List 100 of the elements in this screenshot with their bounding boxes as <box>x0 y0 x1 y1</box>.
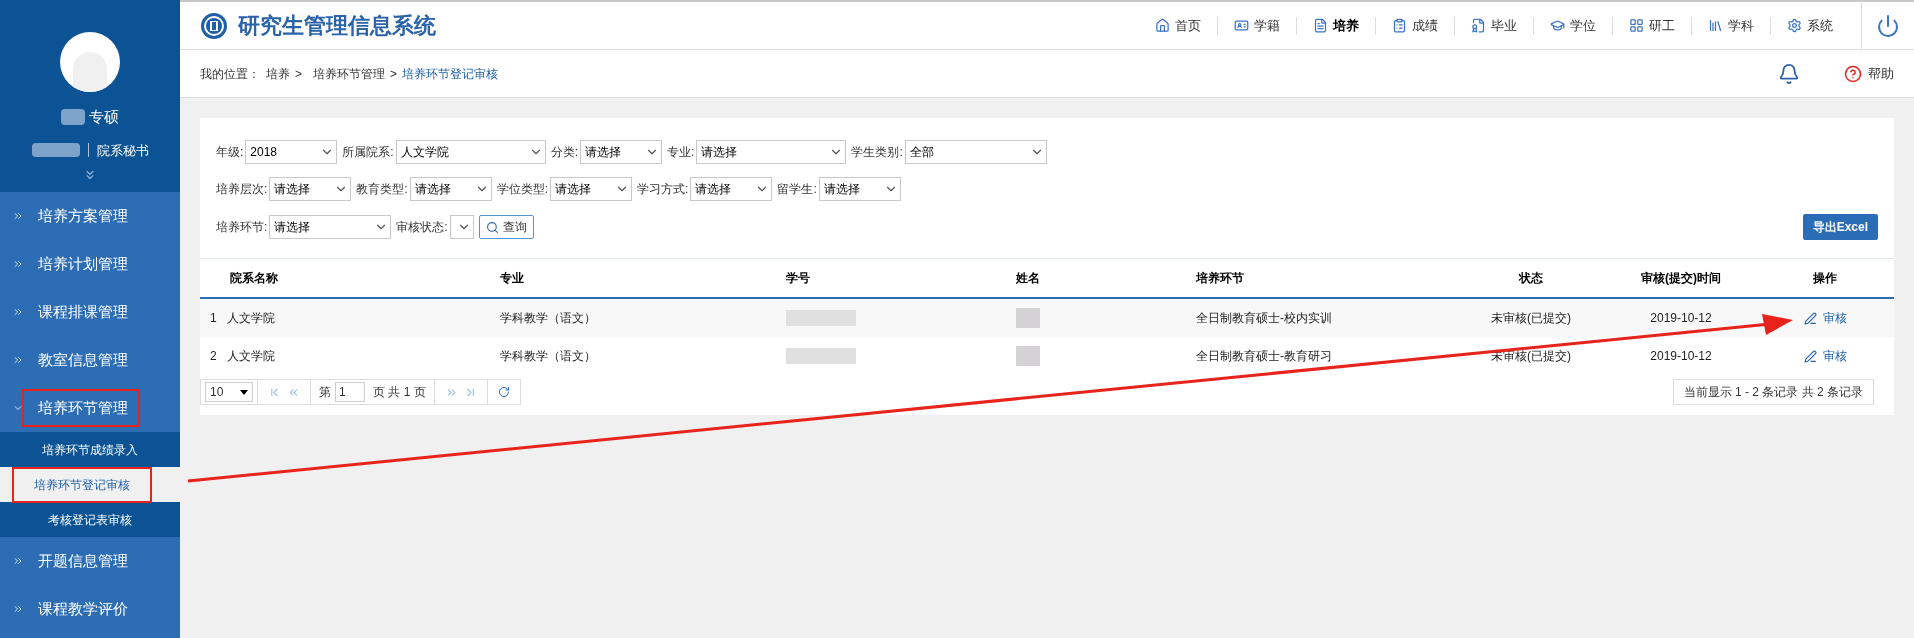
table-cell-text: 全日制教育硕士-校内实训 <box>1196 310 1333 327</box>
document-icon <box>1392 18 1407 33</box>
nav-tab[interactable]: 成绩 <box>1376 15 1454 36</box>
nav-tab[interactable]: 首页 <box>1139 15 1217 36</box>
bell-icon[interactable] <box>1778 62 1800 85</box>
graduation-cap-icon <box>1550 18 1565 33</box>
power-button[interactable] <box>1876 13 1900 38</box>
user-role: 院系秘书 <box>96 141 149 160</box>
menu-item[interactable]: 课程排课管理 <box>0 288 180 336</box>
breadcrumb-link[interactable]: 培养环节管理 <box>313 64 385 83</box>
breadcrumb-current: 培养环节登记审核 <box>402 65 499 83</box>
table-cell-text: 学科教学（语文） <box>500 348 597 365</box>
id-card-icon <box>1234 18 1249 33</box>
filter-label: 学生类别: <box>851 144 903 161</box>
menu-item[interactable]: 教室信息管理 <box>0 336 180 384</box>
select-field[interactable]: 请选择 <box>696 140 847 164</box>
page-size-select[interactable]: 10 <box>205 382 253 402</box>
double-chevron-icon <box>12 258 24 270</box>
query-button[interactable]: 查询 <box>478 215 534 239</box>
column-header: 操作 <box>1812 270 1838 287</box>
pen-icon <box>1803 311 1817 325</box>
table-cell-text: 人文学院 <box>226 348 275 365</box>
grid-icon <box>1629 18 1644 33</box>
filter-label: 年级: <box>216 144 244 161</box>
filter-label: 专业: <box>667 144 695 161</box>
app-title: 研究生管理信息系统 <box>238 11 436 40</box>
nav-tab[interactable]: 培养 <box>1297 15 1375 36</box>
help-link[interactable]: 帮助 <box>1868 63 1894 84</box>
menu-item[interactable]: 培养环节管理 <box>0 384 180 432</box>
filter-label: 培养层次: <box>216 181 268 198</box>
review-link[interactable]: 审核 <box>1803 347 1847 365</box>
column-header: 专业 <box>500 270 525 287</box>
filter-label: 培养环节: <box>216 219 268 236</box>
submenu-item[interactable]: 培养环节登记审核 <box>0 467 180 502</box>
nav-tab[interactable]: 学位 <box>1534 15 1612 36</box>
page-count: 页 共 1 页 <box>373 384 426 401</box>
select-field[interactable]: 请选择 <box>580 140 663 164</box>
avatar <box>60 32 120 92</box>
expand-icon[interactable] <box>83 168 97 182</box>
menu-item[interactable]: 培养计划管理 <box>0 240 180 288</box>
nav-tab[interactable]: 学籍 <box>1218 15 1296 36</box>
filter-label: 分类: <box>550 144 579 161</box>
blurred-block <box>786 310 856 326</box>
page-input[interactable]: 1 <box>335 382 365 402</box>
review-link[interactable]: 审核 <box>1803 309 1847 327</box>
column-header: 姓名 <box>1016 270 1041 287</box>
menu-item[interactable]: 开题信息管理 <box>0 537 180 585</box>
filter-label: 所属院系: <box>342 144 394 161</box>
breadcrumb-label: 我的位置： <box>200 65 260 83</box>
export-button[interactable]: 导出Excel <box>1802 214 1878 240</box>
double-chevron-icon <box>12 306 24 318</box>
table-cell-text: 学科教学（语文） <box>500 310 597 327</box>
blurred-block <box>1016 346 1040 366</box>
nav-tab[interactable]: 研工 <box>1613 15 1691 36</box>
help-icon[interactable] <box>1844 64 1862 83</box>
filter-label: 学习方式: <box>637 181 689 198</box>
double-chevron-icon <box>12 555 24 567</box>
nav-tab[interactable]: 系统 <box>1771 15 1849 36</box>
double-chevron-icon <box>12 354 24 366</box>
search-icon <box>485 220 499 234</box>
table-cell-text: 2019-10-12 <box>1649 310 1713 327</box>
nav-tab[interactable]: 学科 <box>1692 15 1770 36</box>
select-field[interactable]: 请选择 <box>818 177 901 201</box>
select-field[interactable]: 请选择 <box>269 215 392 239</box>
column-header: 院系名称 <box>229 270 279 287</box>
menu-item[interactable]: 课程教学评价 <box>0 585 180 633</box>
column-header: 培养环节 <box>1196 270 1245 287</box>
submenu-item[interactable]: 考核登记表审核 <box>0 502 180 537</box>
double-chevron-icon <box>12 210 24 222</box>
blurred-block <box>1016 308 1040 328</box>
refresh-icon[interactable] <box>497 386 510 398</box>
column-header: 学号 <box>786 270 811 287</box>
select-field[interactable]: 请选择 <box>409 177 492 201</box>
select-field[interactable]: 请选择 <box>690 177 773 201</box>
books-icon <box>1708 18 1723 33</box>
filter-label: 学位类型: <box>496 181 549 198</box>
select-field[interactable]: 全部 <box>904 140 1047 164</box>
settings-icon <box>1787 18 1802 33</box>
menu-item[interactable]: 培养方案管理 <box>0 192 180 240</box>
breadcrumb-link[interactable]: 培养 <box>266 64 290 83</box>
blurred-block <box>61 109 85 126</box>
document-icon <box>1471 18 1486 33</box>
select-field[interactable]: 2018 <box>245 140 338 164</box>
document-icon <box>1313 18 1328 33</box>
blurred-block <box>31 143 80 158</box>
select-field[interactable]: 请选择 <box>269 177 352 201</box>
submenu-item[interactable]: 培养环节成绩录入 <box>0 432 180 467</box>
double-chevron-icon <box>12 603 24 615</box>
filter-label: 审核状态: <box>396 219 448 236</box>
filter-label: 留学生: <box>777 181 817 198</box>
pen-icon <box>1803 349 1817 363</box>
select-field[interactable]: 人文学院 <box>395 140 546 164</box>
nav-tab[interactable]: 毕业 <box>1455 15 1533 36</box>
page-prefix: 第 <box>319 384 331 401</box>
breadcrumb-separator: > <box>390 65 398 83</box>
row-number: 1 <box>210 310 217 327</box>
row-number: 2 <box>210 348 217 365</box>
select-field[interactable] <box>449 215 474 239</box>
blurred-block <box>786 348 856 364</box>
select-field[interactable]: 请选择 <box>550 177 633 201</box>
